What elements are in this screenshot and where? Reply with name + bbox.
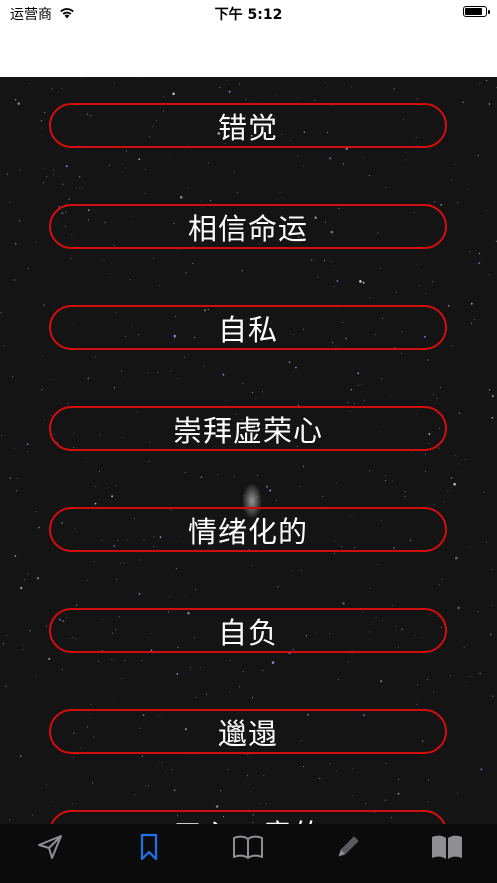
content-area[interactable]: 错觉相信命运自私崇拜虚荣心情绪化的自负邋遢三心二意的: [0, 77, 497, 824]
trait-item-button[interactable]: 情绪化的: [49, 507, 447, 552]
pencil-icon: [333, 832, 363, 866]
bookmark-icon: [134, 832, 164, 866]
book-outline-icon: [231, 832, 265, 866]
battery-icon: [463, 6, 490, 17]
battery-indicator: [463, 6, 490, 17]
status-time: 下午 5:12: [214, 7, 283, 23]
status-bar: 运营商 下午 5:12: [0, 0, 497, 28]
tab-write[interactable]: [318, 832, 378, 866]
book-filled-icon: [430, 832, 464, 866]
tab-library[interactable]: [417, 832, 477, 866]
trait-item-button[interactable]: 自负: [49, 608, 447, 653]
battery-level: [465, 8, 482, 15]
tab-reading[interactable]: [218, 832, 278, 866]
trait-item-button[interactable]: 错觉: [49, 103, 447, 148]
trait-item-button[interactable]: 自私: [49, 305, 447, 350]
trait-item-button[interactable]: 邋遢: [49, 709, 447, 754]
navigation-header: [0, 28, 497, 77]
tab-send[interactable]: [20, 832, 80, 866]
app-screen: 运营商 下午 5:12 错觉相信命运自私崇拜虚荣心情绪化的自负邋遢三心二意的: [0, 0, 497, 883]
trait-item-button[interactable]: 三心二意的: [49, 810, 447, 824]
trait-item-button[interactable]: 相信命运: [49, 204, 447, 249]
tab-bookmark[interactable]: [119, 832, 179, 866]
send-icon: [35, 832, 65, 866]
tab-bar: [0, 824, 497, 883]
trait-item-button[interactable]: 崇拜虚荣心: [49, 406, 447, 451]
